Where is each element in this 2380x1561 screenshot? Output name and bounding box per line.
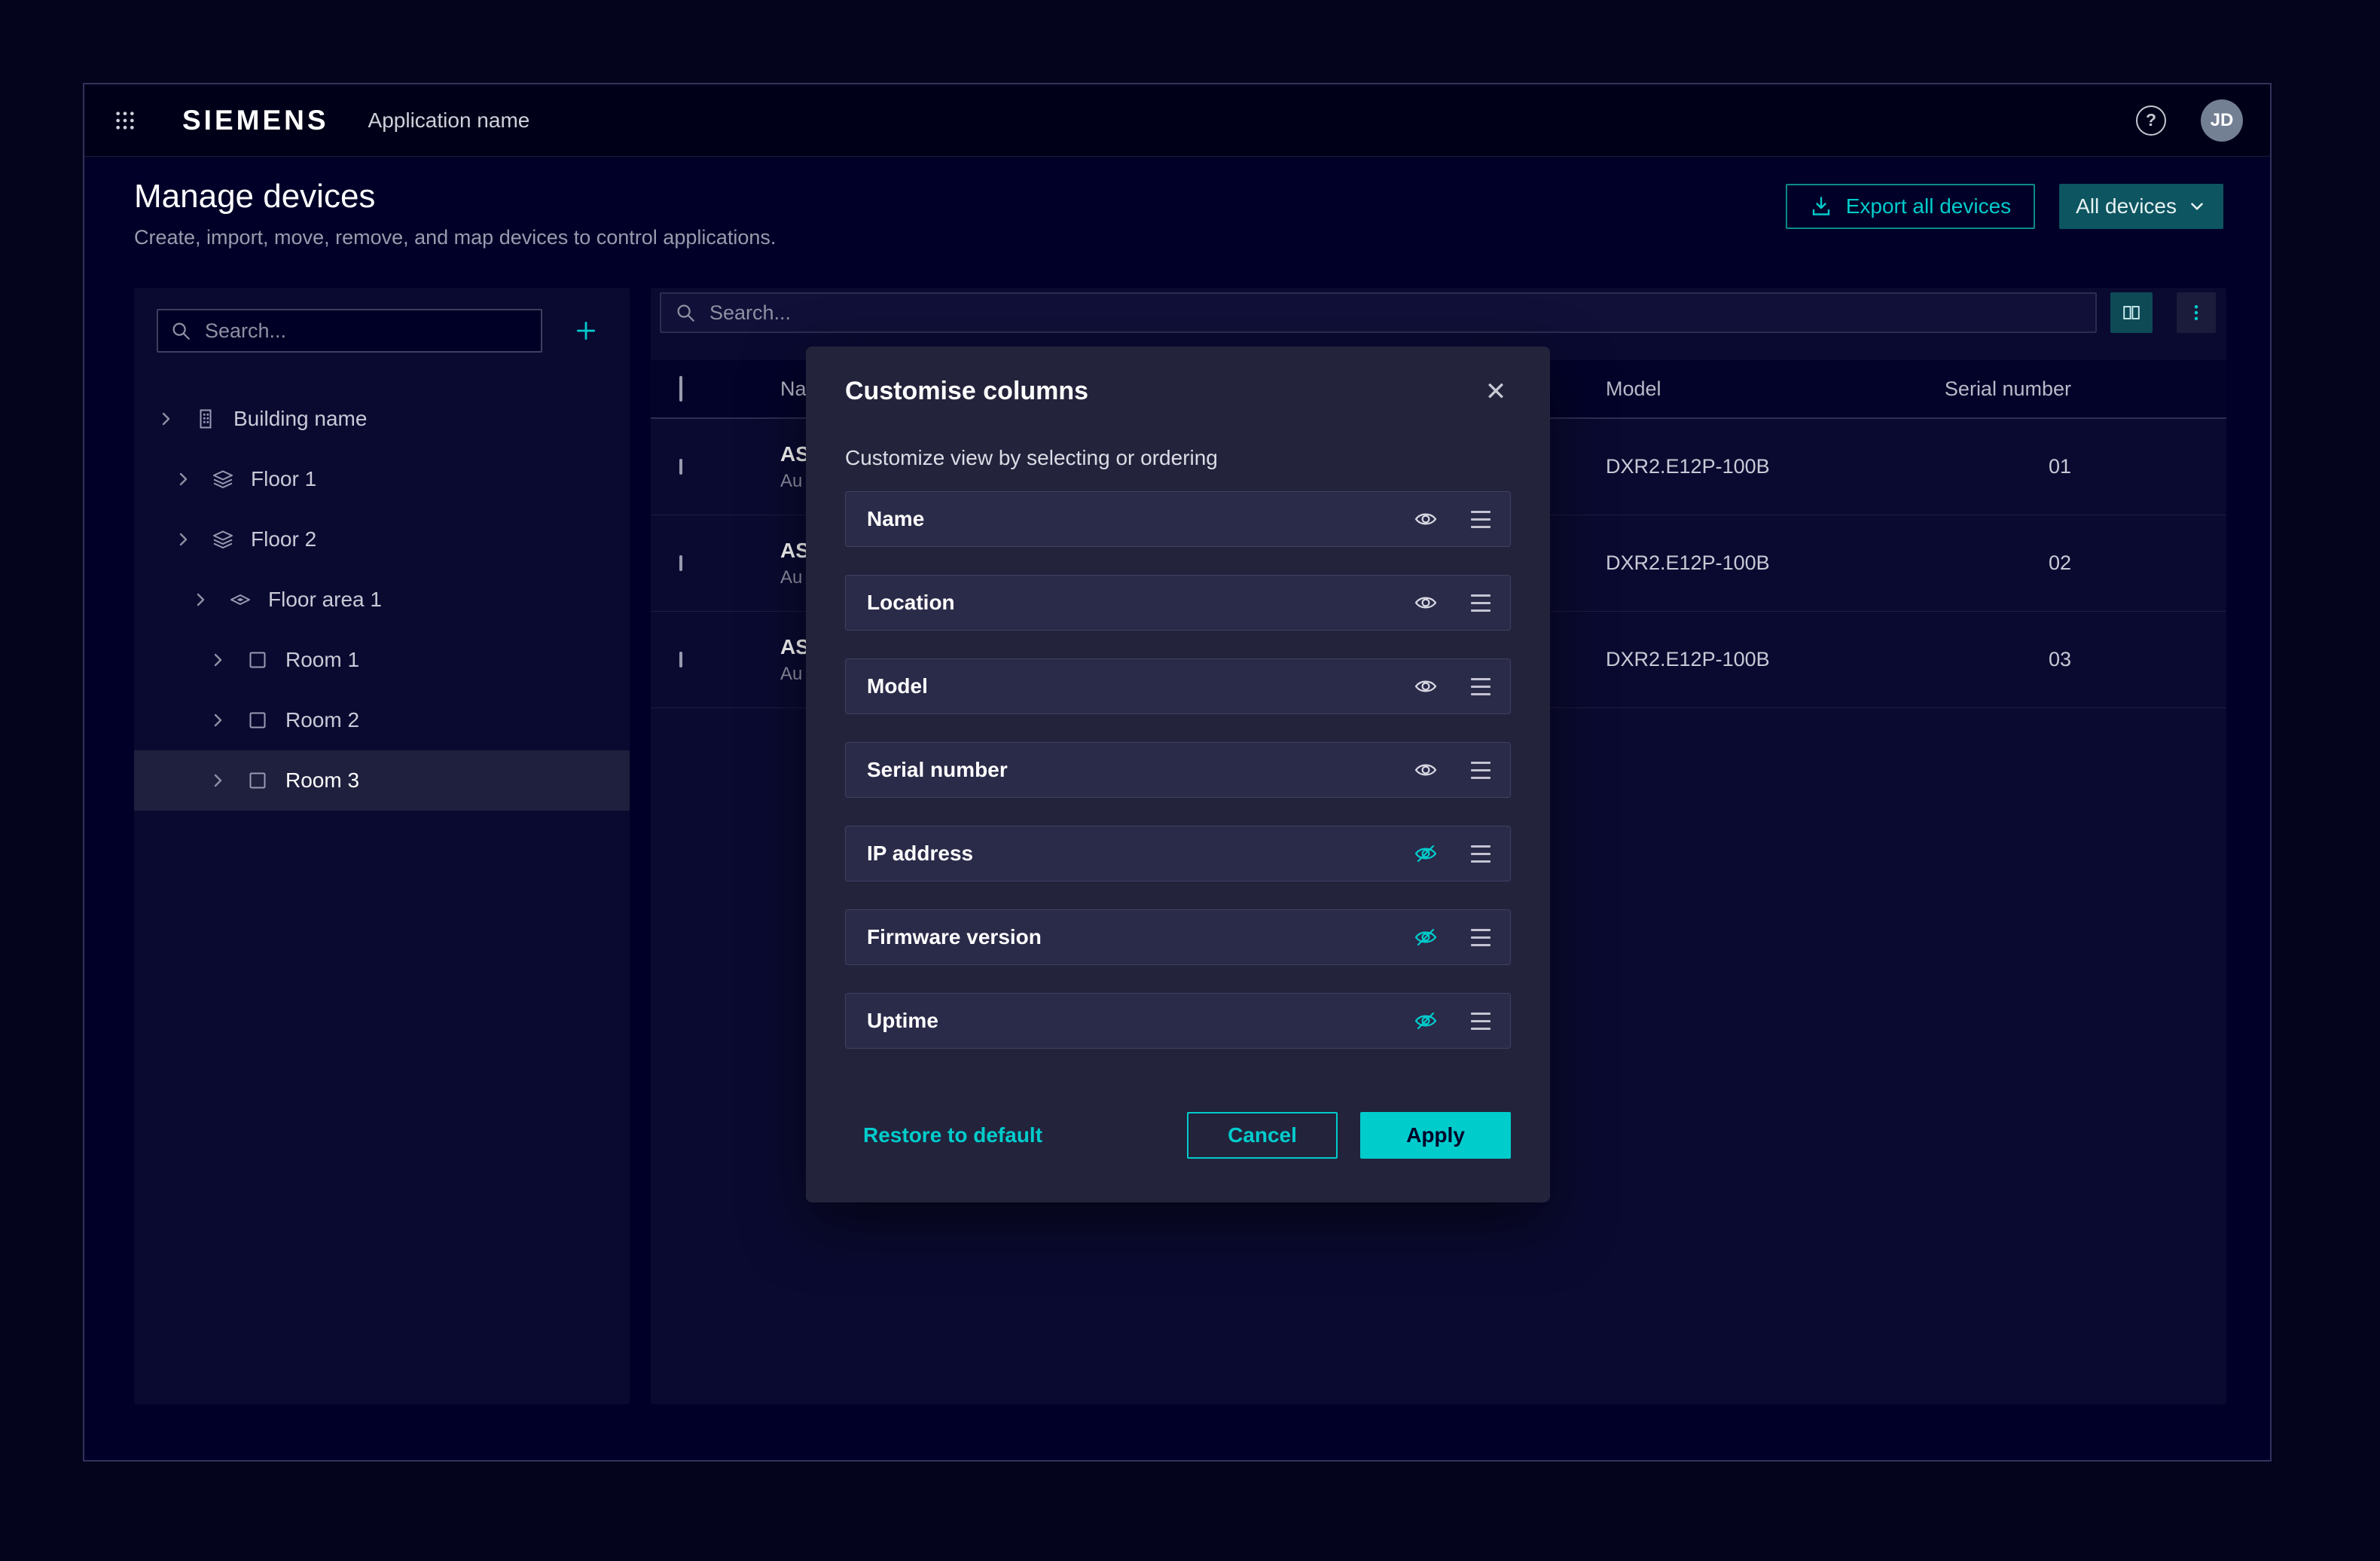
page-subtitle: Create, import, move, remove, and map de… (134, 226, 776, 249)
drag-handle[interactable] (1471, 762, 1491, 779)
drag-handle[interactable] (1471, 845, 1491, 863)
tree-item-building-name[interactable]: Building name (134, 389, 630, 449)
page-title: Manage devices (134, 178, 776, 215)
apps-grid-icon (114, 108, 136, 133)
device-serial: 01 (1931, 455, 2226, 478)
floor-icon (212, 468, 234, 490)
drag-handle[interactable] (1471, 1013, 1491, 1030)
chevron-right-icon (174, 530, 192, 548)
table-options-button[interactable] (2177, 292, 2216, 333)
tree-item-label: Floor area 1 (268, 588, 382, 612)
search-icon (170, 320, 191, 341)
room-icon (246, 649, 269, 671)
column-item-location[interactable]: Location (845, 575, 1511, 631)
drag-handle[interactable] (1471, 511, 1491, 528)
tree-search-input[interactable] (203, 319, 529, 344)
visibility-off-icon[interactable] (1414, 842, 1438, 866)
tree-item-room-2[interactable]: Room 2 (134, 690, 630, 750)
application-name: Application name (368, 108, 530, 133)
drag-handle[interactable] (1471, 929, 1491, 946)
tree-item-room-3[interactable]: Room 3 (134, 750, 630, 811)
customise-columns-modal: Customise columns ✕ Customize view by se… (806, 347, 1550, 1202)
row-checkbox[interactable] (679, 555, 682, 571)
column-header-serial: Serial number (1931, 377, 2226, 401)
tree-item-label: Building name (233, 407, 367, 431)
chevron-right-icon (209, 771, 227, 790)
devices-search-box (660, 292, 2097, 333)
visibility-on-icon[interactable] (1414, 591, 1438, 615)
apply-button[interactable]: Apply (1360, 1112, 1511, 1159)
select-all-checkbox[interactable] (679, 376, 682, 402)
column-header-model: Model (1606, 377, 1931, 401)
column-item-name[interactable]: Name (845, 491, 1511, 547)
tree-item-floor-1[interactable]: Floor 1 (134, 449, 630, 509)
tree-item-label: Room 1 (285, 648, 359, 672)
cancel-button[interactable]: Cancel (1187, 1112, 1338, 1159)
add-location-button[interactable] (565, 310, 607, 352)
siemens-logo: SIEMENS (182, 105, 329, 136)
row-checkbox[interactable] (679, 459, 682, 475)
location-tree-panel: Building name Floor 1 Floor 2 Floor area… (134, 288, 630, 1404)
column-item-firmware-version[interactable]: Firmware version (845, 909, 1511, 965)
app-launcher-button[interactable] (110, 105, 140, 136)
building-icon (194, 408, 217, 430)
search-icon (675, 302, 696, 323)
device-model: DXR2.E12P-100B (1606, 551, 1931, 575)
column-item-uptime[interactable]: Uptime (845, 993, 1511, 1049)
column-item-serial-number[interactable]: Serial number (845, 742, 1511, 798)
modal-title: Customise columns (845, 377, 1088, 406)
row-checkbox[interactable] (679, 652, 682, 667)
column-list: Name Location Model Serial number (845, 491, 1511, 1049)
device-model: DXR2.E12P-100B (1606, 648, 1931, 671)
drag-handle[interactable] (1471, 594, 1491, 612)
tree-item-room-1[interactable]: Room 1 (134, 630, 630, 690)
visibility-on-icon[interactable] (1414, 758, 1438, 782)
chevron-right-icon (174, 470, 192, 488)
room-icon (246, 769, 269, 792)
tree-item-floor-2[interactable]: Floor 2 (134, 509, 630, 570)
tree-item-floor-area-1[interactable]: Floor area 1 (134, 570, 630, 630)
modal-subtitle: Customize view by selecting or ordering (845, 446, 1511, 470)
column-item-model[interactable]: Model (845, 658, 1511, 714)
chevron-down-icon (2187, 197, 2207, 216)
download-icon (1810, 195, 1832, 218)
column-item-ip-address[interactable]: IP address (845, 826, 1511, 881)
tree-item-label: Floor 2 (251, 527, 316, 551)
chevron-right-icon (209, 711, 227, 729)
device-serial: 03 (1931, 648, 2226, 671)
kebab-menu-icon (2186, 303, 2206, 322)
export-all-devices-button[interactable]: Export all devices (1786, 184, 2035, 229)
tree-item-label: Floor 1 (251, 467, 316, 491)
visibility-on-icon[interactable] (1414, 507, 1438, 531)
restore-to-default-link[interactable]: Restore to default (863, 1123, 1042, 1147)
customize-columns-button[interactable] (2110, 292, 2153, 333)
room-icon (246, 709, 269, 732)
drag-handle[interactable] (1471, 678, 1491, 695)
floor-area-icon (229, 588, 252, 611)
visibility-off-icon[interactable] (1414, 1009, 1438, 1033)
chevron-right-icon (157, 410, 175, 428)
help-icon[interactable]: ? (2136, 105, 2166, 136)
devices-search-input[interactable] (708, 301, 2082, 325)
top-navigation-bar: SIEMENS Application name ? JD (84, 84, 2270, 157)
visibility-on-icon[interactable] (1414, 674, 1438, 698)
chevron-right-icon (209, 651, 227, 669)
chevron-right-icon (191, 591, 209, 609)
location-tree: Building name Floor 1 Floor 2 Floor area… (134, 389, 630, 811)
page-header: Manage devices Create, import, move, rem… (84, 157, 2270, 249)
plus-icon (574, 319, 598, 343)
close-icon[interactable]: ✕ (1481, 377, 1511, 407)
device-model: DXR2.E12P-100B (1606, 455, 1931, 478)
tree-item-label: Room 2 (285, 708, 359, 732)
device-serial: 02 (1931, 551, 2226, 575)
columns-icon (2121, 302, 2142, 323)
avatar[interactable]: JD (2201, 99, 2243, 142)
visibility-off-icon[interactable] (1414, 925, 1438, 949)
floor-icon (212, 528, 234, 551)
tree-search-box (157, 309, 542, 353)
tree-item-label: Room 3 (285, 768, 359, 793)
device-filter-dropdown[interactable]: All devices (2059, 184, 2223, 229)
